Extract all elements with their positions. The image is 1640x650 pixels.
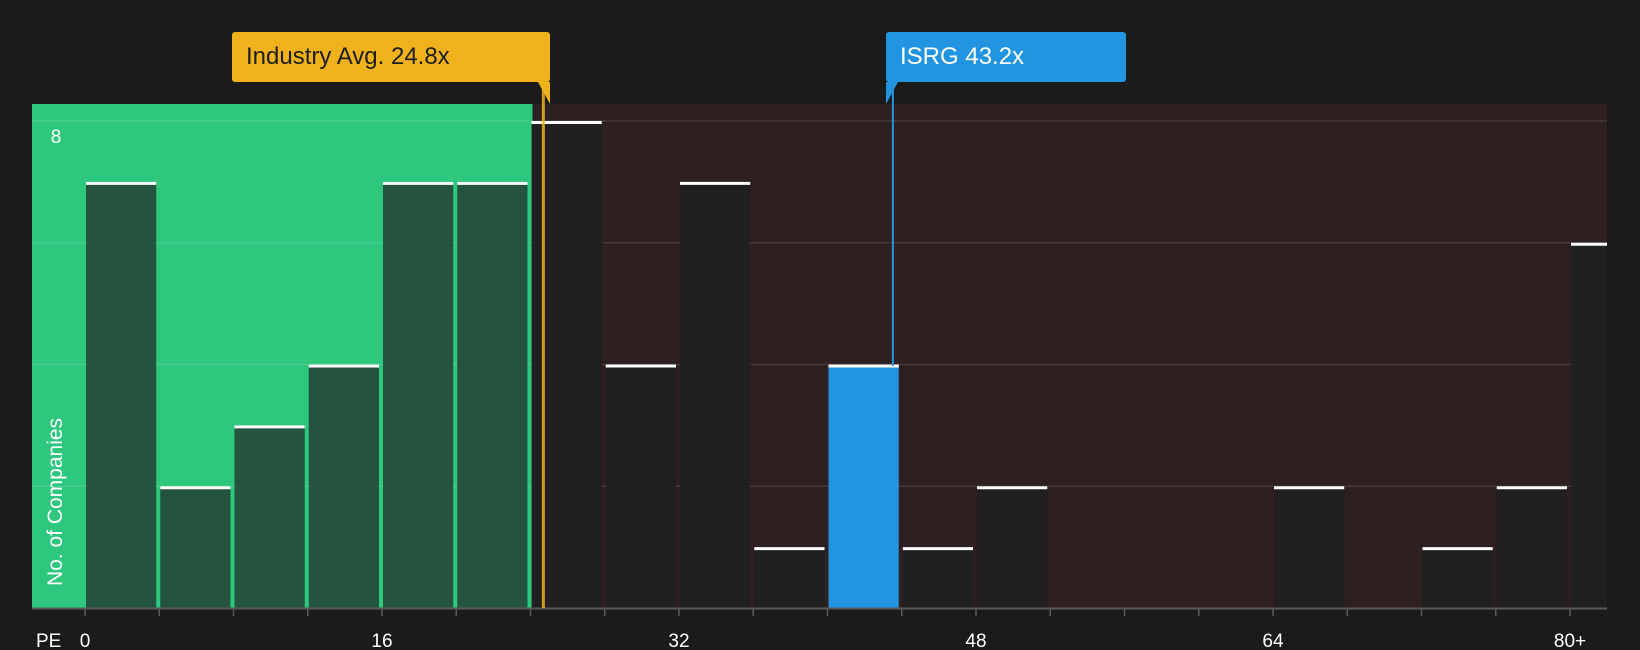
y-axis-title: No. of Companies [44,418,67,586]
histogram-bar [308,364,379,608]
x-tick-label: 64 [1262,631,1284,650]
histogram-bar [1422,547,1493,608]
histogram-bar [828,364,899,608]
histogram-bar [1274,486,1345,608]
x-tick-label: 16 [371,631,392,650]
histogram-bar [86,181,157,608]
x-axis-title: PE [36,631,61,650]
histogram-bar [1496,486,1567,608]
histogram-bar [383,181,454,608]
x-tick-label: 32 [668,631,689,650]
x-tick-label: 0 [80,631,91,650]
histogram-bar [160,486,231,608]
histogram-bar [902,547,973,608]
histogram-bar [605,364,676,608]
histogram-bar [977,486,1048,608]
histogram-bar [234,425,305,608]
y-tick-label: 8 [51,127,62,148]
company-pe-callout: ISRG 43.2x [886,32,1126,104]
histogram-bar [754,547,825,608]
x-tick-label: 80+ [1554,631,1586,650]
x-tick-label: 48 [965,631,986,650]
industry-average-callout: Industry Avg. 24.8x [232,32,550,104]
pe-distribution-chart: 0 16 32 48 64 80+ PE 8 No. of Companies [32,80,1607,650]
histogram-bar [680,181,751,608]
histogram-bar [1571,242,1607,608]
histogram-bar [457,181,528,608]
